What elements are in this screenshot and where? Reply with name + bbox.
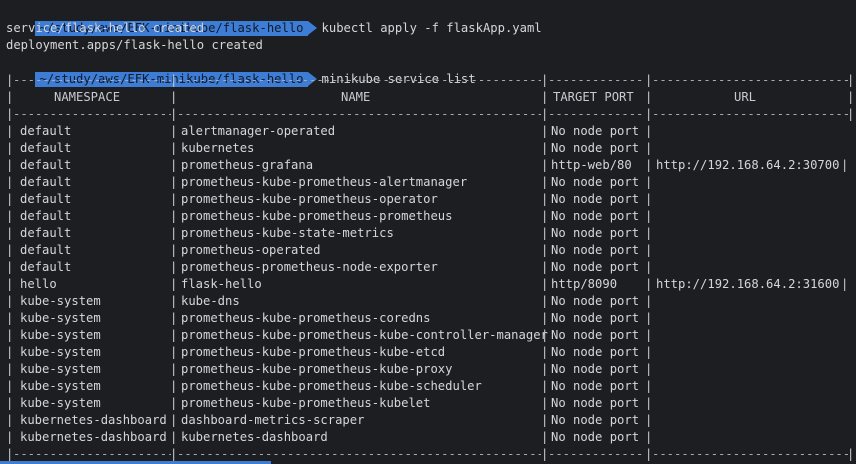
cell-namespace: default	[20, 260, 72, 274]
table-border-top: | --------------------------------------…	[6, 73, 855, 87]
terminal-window[interactable]: ~/study/aws/EFK-minikube/flask-hello kube…	[0, 0, 856, 464]
cell-name: prometheus-kube-prometheus-kubelet	[181, 396, 431, 410]
cell-target-port: http-web/80	[551, 158, 632, 172]
cell-target-port: No node port	[551, 413, 640, 427]
cell-target-port: No node port	[551, 294, 640, 308]
cell-target-port: No node port	[551, 141, 640, 155]
cell-namespace: kube-system	[20, 379, 101, 393]
cell-name: prometheus-kube-prometheus-kube-schedule…	[181, 379, 482, 393]
cell-namespace: kube-system	[20, 294, 101, 308]
cell-name: prometheus-kube-prometheus-coredns	[181, 311, 431, 325]
prompt-line-2: ~/study/aws/EFK-minikube/flask-hello mini…	[6, 54, 476, 87]
cell-namespace: default	[20, 141, 72, 155]
cell-target-port: No node port	[551, 175, 640, 189]
header-namespace: NAMESPACE	[54, 90, 121, 104]
cell-name: kubernetes-dashboard	[181, 430, 328, 444]
cell-namespace: default	[20, 226, 72, 240]
cell-target-port: No node port	[551, 124, 640, 138]
cell-target-port: No node port	[551, 192, 640, 206]
cell-namespace: kube-system	[20, 328, 101, 342]
cell-name: kubernetes	[181, 141, 255, 155]
cell-name: prometheus-kube-prometheus-kube-etcd	[181, 345, 446, 359]
cell-url[interactable]: http://192.168.64.2:30700	[656, 157, 839, 174]
header-target-port: TARGET PORT	[553, 90, 634, 104]
cell-target-port: No node port	[551, 379, 640, 393]
cell-name: prometheus-kube-prometheus-alertmanager	[181, 175, 468, 189]
header-name: NAME	[341, 90, 371, 104]
cell-target-port: No node port	[551, 260, 640, 274]
cell-namespace: kube-system	[20, 311, 101, 325]
cell-namespace: kube-system	[20, 396, 101, 410]
cell-namespace: default	[20, 209, 72, 223]
cell-name: flask-hello	[181, 277, 262, 291]
cell-name: alertmanager-operated	[181, 124, 336, 138]
cell-namespace: kubernetes-dashboard	[20, 430, 167, 444]
cell-name: dashboard-metrics-scraper	[181, 413, 365, 427]
header-url: URL	[734, 90, 757, 104]
cell-namespace: default	[20, 192, 72, 206]
cell-target-port: http/8090	[551, 277, 618, 291]
cell-name: prometheus-kube-prometheus-kube-controll…	[181, 328, 548, 342]
cell-name: prometheus-grafana	[181, 158, 314, 172]
cell-name: prometheus-kube-prometheus-operator	[181, 192, 438, 206]
output-line: service/flask-hello created	[6, 21, 205, 35]
output-line: deployment.apps/flask-hello created	[6, 38, 263, 52]
cell-target-port: No node port	[551, 243, 640, 257]
cell-namespace: default	[20, 175, 72, 189]
cell-namespace: kubernetes-dashboard	[20, 413, 167, 427]
cell-namespace: default	[20, 124, 72, 138]
cell-target-port: No node port	[551, 311, 640, 325]
table-header-row: | NAMESPACE | NAME | TARGET PORT | URL |	[6, 90, 855, 104]
cell-target-port: No node port	[551, 362, 640, 376]
cell-namespace: default	[20, 243, 72, 257]
cell-name: prometheus-operated	[181, 243, 321, 257]
cell-target-port: No node port	[551, 209, 640, 223]
cell-namespace: kube-system	[20, 362, 101, 376]
command-text: kubectl apply -f flaskApp.yaml	[321, 21, 542, 35]
cell-target-port: No node port	[551, 328, 640, 342]
cell-target-port: No node port	[551, 345, 640, 359]
cell-name: prometheus-kube-prometheus-prometheus	[181, 209, 453, 223]
table-border-header: | --------------------------------------…	[6, 107, 855, 121]
cell-name: kube-dns	[181, 294, 240, 308]
cell-name: prometheus-kube-state-metrics	[181, 226, 394, 240]
cell-target-port: No node port	[551, 226, 640, 240]
cell-namespace: kube-system	[20, 345, 101, 359]
cell-name: prometheus-kube-prometheus-kube-proxy	[181, 362, 453, 376]
cell-target-port: No node port	[551, 430, 640, 444]
cell-url[interactable]: http://192.168.64.2:31600	[656, 276, 839, 293]
cell-target-port: No node port	[551, 396, 640, 410]
cell-namespace: default	[20, 158, 72, 172]
prompt-line-1: ~/study/aws/EFK-minikube/flask-hello kube…	[6, 3, 542, 36]
cell-namespace: hello	[20, 277, 57, 291]
cell-name: prometheus-prometheus-node-exporter	[181, 260, 438, 274]
